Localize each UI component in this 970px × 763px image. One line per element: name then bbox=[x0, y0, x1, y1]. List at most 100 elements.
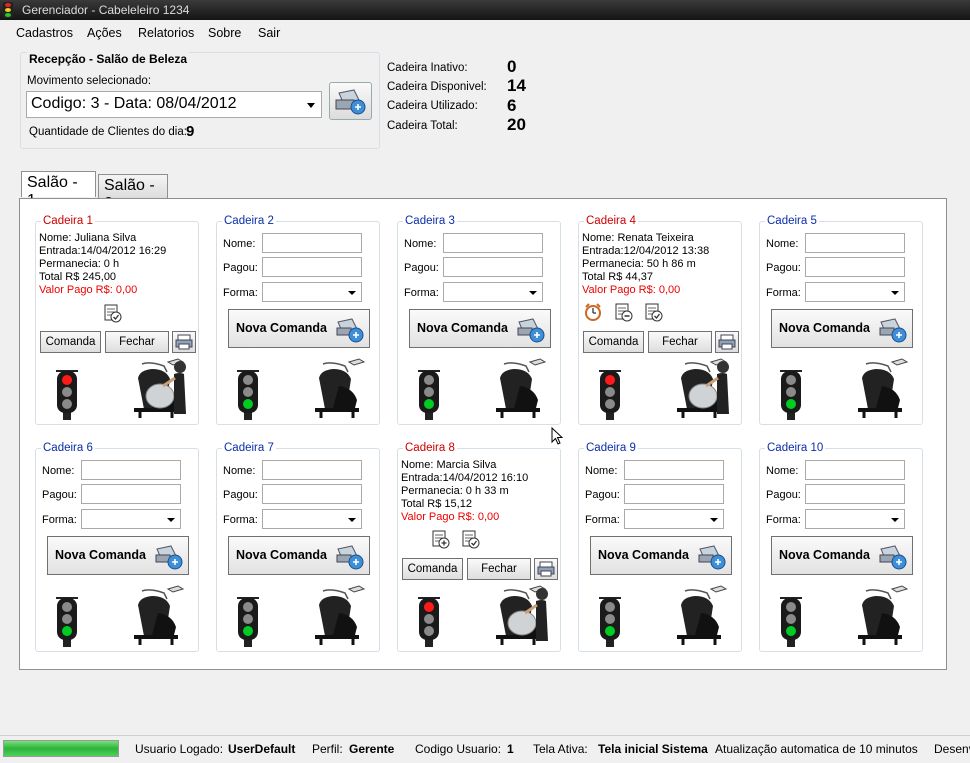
occupied-salon-chair-icon bbox=[134, 358, 186, 418]
menu-sobre[interactable]: Sobre bbox=[208, 26, 241, 40]
chevron-down-icon bbox=[348, 291, 356, 295]
title-bar: Gerenciador - Cabeleleiro 1234 bbox=[0, 0, 970, 20]
nova-comanda-button[interactable]: Nova Comanda bbox=[228, 536, 370, 575]
document-check-icon bbox=[645, 303, 663, 322]
salon-chair-icon bbox=[496, 358, 547, 418]
nova-comanda-label: Nova Comanda bbox=[779, 548, 870, 562]
forma-label: Forma: bbox=[404, 287, 439, 299]
stat-utilizado-label: Cadeira Utilizado: bbox=[387, 100, 478, 112]
menu-sair[interactable]: Sair bbox=[258, 26, 280, 40]
nova-comanda-button[interactable]: Nova Comanda bbox=[590, 536, 732, 575]
chair-valor_pago: Valor Pago R$: 0,00 bbox=[582, 284, 681, 296]
pagou-field[interactable] bbox=[805, 257, 905, 277]
comanda-button[interactable]: Comanda bbox=[583, 331, 644, 353]
fechar-button[interactable]: Fechar bbox=[105, 331, 169, 353]
name-field[interactable] bbox=[443, 233, 543, 253]
forma-select[interactable] bbox=[262, 282, 362, 302]
menu-bar: Cadastros Ações Relatorios Sobre Sair bbox=[0, 22, 970, 44]
fechar-button[interactable]: Fechar bbox=[467, 558, 531, 580]
traffic-light-green-icon bbox=[56, 597, 78, 647]
pagou-field[interactable] bbox=[624, 484, 724, 504]
status-profile-value: Gerente bbox=[349, 742, 395, 756]
traffic-light-red-icon bbox=[599, 370, 621, 420]
chair-card-9: Cadeira 9 Nome: Pagou: Forma: Nova Comanda bbox=[578, 442, 742, 652]
chair-permanencia: Permanecia: 0 h bbox=[39, 258, 120, 270]
chair-card-8: Cadeira 8 Nome: Marcia Silva Entrada:14/04… bbox=[397, 442, 561, 652]
pagou-field[interactable] bbox=[443, 257, 543, 277]
name-field[interactable] bbox=[624, 460, 724, 480]
nova-comanda-button[interactable]: Nova Comanda bbox=[409, 309, 551, 348]
name-field[interactable] bbox=[262, 233, 362, 253]
hair-dryer-add-icon bbox=[517, 318, 545, 343]
chevron-down-icon bbox=[348, 518, 356, 522]
hair-dryer-add-icon bbox=[336, 545, 364, 570]
nova-comanda-button[interactable]: Nova Comanda bbox=[771, 309, 913, 348]
clients-count: 9 bbox=[186, 123, 195, 140]
pagou-label: Pagou: bbox=[42, 489, 77, 501]
movement-value: Codigo: 3 - Data: 08/04/2012 bbox=[31, 95, 237, 112]
forma-select[interactable] bbox=[624, 509, 724, 529]
document-add-icon bbox=[432, 530, 450, 549]
menu-relatorios[interactable]: Relatorios bbox=[138, 26, 194, 40]
forma-label: Forma: bbox=[585, 514, 620, 526]
comanda-button[interactable]: Comanda bbox=[402, 558, 463, 580]
name-field[interactable] bbox=[805, 460, 905, 480]
chair-permanencia: Permanecia: 50 h 86 m bbox=[582, 258, 696, 270]
forma-select[interactable] bbox=[262, 509, 362, 529]
print-button[interactable] bbox=[172, 331, 196, 353]
chair-card-5: Cadeira 5 Nome: Pagou: Forma: Nova Comanda bbox=[759, 215, 923, 425]
name-field[interactable] bbox=[81, 460, 181, 480]
chair-entrada: Entrada:12/04/2012 13:38 bbox=[582, 245, 710, 257]
print-button[interactable] bbox=[715, 331, 739, 353]
forma-label: Forma: bbox=[766, 287, 801, 299]
comanda-button[interactable]: Comanda bbox=[40, 331, 101, 353]
nova-comanda-button[interactable]: Nova Comanda bbox=[228, 309, 370, 348]
chair-valor_pago: Valor Pago R$: 0,00 bbox=[39, 284, 138, 296]
status-profile-label: Perfil: bbox=[312, 742, 343, 756]
status-code-label: Codigo Usuario: bbox=[415, 742, 502, 756]
printer-icon bbox=[718, 334, 736, 350]
chevron-down-icon bbox=[307, 103, 315, 108]
nova-comanda-label: Nova Comanda bbox=[55, 548, 146, 562]
reload-movement-button[interactable] bbox=[329, 82, 372, 120]
pagou-field[interactable] bbox=[262, 257, 362, 277]
tab-salao-1[interactable]: Salão - 1 bbox=[21, 171, 96, 209]
chair-title: Cadeira 7 bbox=[222, 442, 276, 454]
forma-select[interactable] bbox=[81, 509, 181, 529]
nova-comanda-button[interactable]: Nova Comanda bbox=[47, 536, 189, 575]
chair-total: Total R$ 44,37 bbox=[582, 271, 653, 283]
movement-select[interactable]: Codigo: 3 - Data: 08/04/2012 bbox=[26, 91, 322, 118]
forma-select[interactable] bbox=[443, 282, 543, 302]
name-field[interactable] bbox=[805, 233, 905, 253]
status-auto-update: Atualização automatica de 10 minutos bbox=[715, 742, 918, 756]
chair-title: Cadeira 9 bbox=[584, 442, 638, 454]
menu-acoes[interactable]: Ações bbox=[87, 26, 122, 40]
traffic-light-green-icon bbox=[599, 597, 621, 647]
forma-select[interactable] bbox=[805, 509, 905, 529]
tab-salao-2[interactable]: Salão - 2 bbox=[98, 174, 168, 212]
salon-chair-icon bbox=[677, 585, 728, 645]
nome-label: Nome: bbox=[766, 238, 799, 250]
status-code-value: 1 bbox=[507, 742, 514, 756]
chair-permanencia: Permanecia: 0 h 33 m bbox=[401, 485, 509, 497]
hair-dryer-icon bbox=[335, 89, 366, 115]
fechar-button[interactable]: Fechar bbox=[648, 331, 712, 353]
update-progress-bar bbox=[3, 740, 119, 757]
traffic-light-red-icon bbox=[56, 370, 78, 420]
print-button[interactable] bbox=[534, 558, 558, 580]
chair-nome: Nome: Juliana Silva bbox=[39, 232, 137, 244]
forma-select[interactable] bbox=[805, 282, 905, 302]
pagou-field[interactable] bbox=[805, 484, 905, 504]
pagou-field[interactable] bbox=[262, 484, 362, 504]
nova-comanda-label: Nova Comanda bbox=[236, 548, 327, 562]
stat-disponivel-label: Cadeira Disponivel: bbox=[387, 81, 487, 93]
pagou-field[interactable] bbox=[81, 484, 181, 504]
name-field[interactable] bbox=[262, 460, 362, 480]
pagou-label: Pagou: bbox=[766, 489, 801, 501]
chair-valor_pago: Valor Pago R$: 0,00 bbox=[401, 511, 500, 523]
nova-comanda-button[interactable]: Nova Comanda bbox=[771, 536, 913, 575]
status-trailing: Desenv bbox=[934, 742, 970, 756]
menu-cadastros[interactable]: Cadastros bbox=[16, 26, 73, 40]
stat-inativo-value: 0 bbox=[507, 57, 517, 76]
traffic-light-green-icon bbox=[237, 370, 259, 420]
